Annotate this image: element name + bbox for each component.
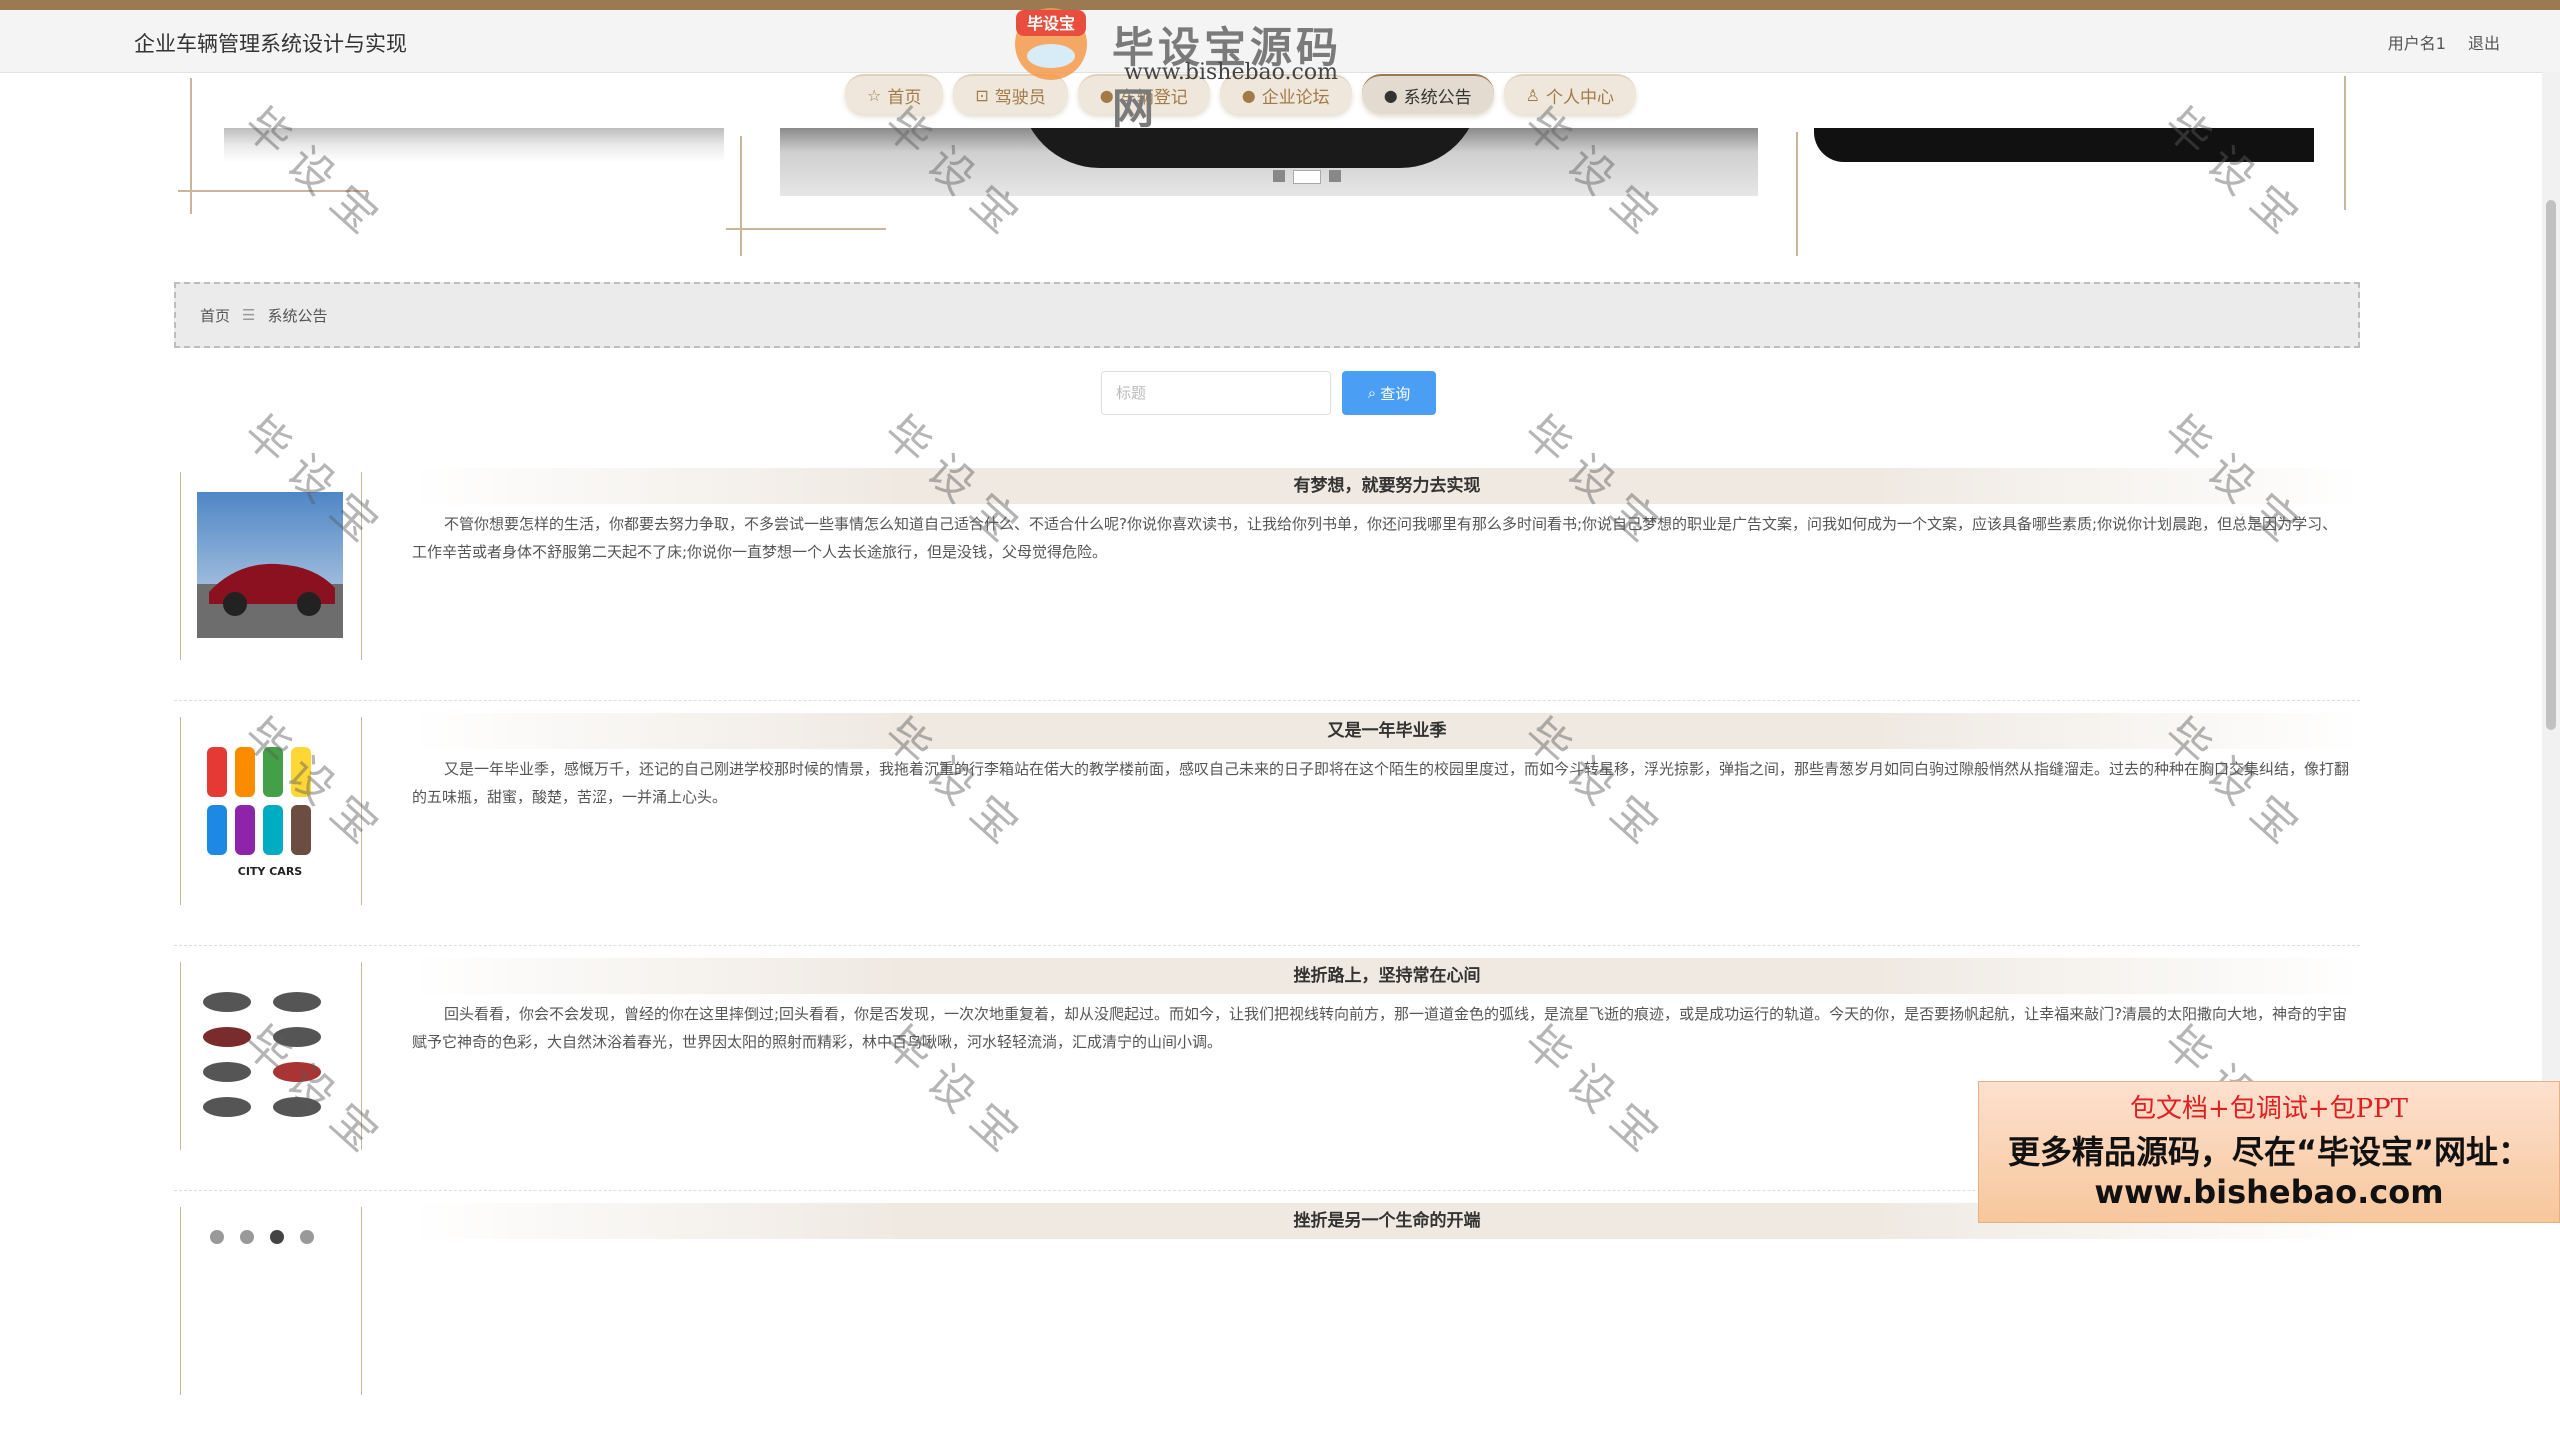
search-button-label: 查询 <box>1380 384 1411 403</box>
username-link[interactable]: 用户名1 <box>2388 30 2446 54</box>
breadcrumb: 首页 ☰ 系统公告 <box>174 282 2360 348</box>
nav-item-home[interactable]: ☆ 首页 <box>845 74 944 114</box>
carousel-dot-active[interactable] <box>1293 170 1321 184</box>
promo-line-1: 包文档+包调试+包PPT <box>2130 1094 2408 1124</box>
nav-item-profile[interactable]: ♙ 个人中心 <box>1503 74 1636 114</box>
carousel-dot[interactable] <box>1273 170 1285 182</box>
news-item[interactable]: 挫折是另一个生命的开端 <box>174 1191 2362 1435</box>
nav-label: 首页 <box>887 87 922 108</box>
breadcrumb-home[interactable]: 首页 <box>200 305 230 326</box>
banner-image-left <box>224 128 724 162</box>
banner-decoration <box>2344 76 2346 210</box>
thumbnail-frame: CITY CARS <box>180 717 362 905</box>
svg-text:毕设宝: 毕设宝 <box>1027 14 1075 33</box>
nav-label: 驾驶员 <box>994 87 1046 108</box>
news-thumbnail-city-cars: CITY CARS <box>197 737 343 883</box>
banner-decoration <box>726 228 886 230</box>
carousel-dots <box>1273 170 1341 184</box>
watermark: 毕设宝 <box>234 98 398 253</box>
watermark: 毕设宝 <box>2154 98 2318 253</box>
scrollbar-thumb[interactable] <box>2546 200 2556 730</box>
news-thumbnail-car-parts <box>197 1227 343 1373</box>
banner-decoration <box>1796 132 1798 256</box>
bag-icon: ⊡ <box>975 85 989 105</box>
nav-item-announcements[interactable]: ● 系统公告 <box>1361 74 1494 114</box>
nav-label: 系统公告 <box>1403 87 1472 108</box>
logo-badge-icon: 毕设宝 <box>1015 8 1087 80</box>
site-watermark-logo: 毕设宝 毕设宝源码网 www.bishebao.com <box>996 0 1376 133</box>
info-icon: ● <box>1383 85 1398 105</box>
search-icon: ⌕ <box>1367 384 1377 402</box>
news-thumbnail-red-sports-car <box>197 492 343 638</box>
promo-line-3: www.bishebao.com <box>2094 1173 2444 1211</box>
banner-decoration <box>740 136 742 256</box>
user-icon: ♙ <box>1525 85 1540 105</box>
logo-url: www.bishebao.com <box>1124 60 1338 85</box>
thumbnail-caption: CITY CARS <box>238 865 303 878</box>
banner-decoration <box>190 78 192 214</box>
news-item[interactable]: CITY CARS 又是一年毕业季 又是一年毕业季，感慨万千，还记的自己刚进学校… <box>174 701 2362 946</box>
thumbnail-frame <box>180 472 362 660</box>
page-scrollbar[interactable] <box>2542 72 2560 1223</box>
news-title[interactable]: 又是一年毕业季 <box>412 713 2362 749</box>
news-thumbnail-car-diagrams <box>197 982 343 1128</box>
star-icon: ☆ <box>867 85 882 105</box>
promo-line-2: 更多精品源码，尽在“毕设宝”网址： <box>2007 1133 2531 1171</box>
carousel-dot[interactable] <box>1329 170 1341 182</box>
news-title[interactable]: 有梦想，就要努力去实现 <box>412 468 2362 504</box>
breadcrumb-current: 系统公告 <box>267 306 328 325</box>
thumbnail-frame <box>180 1207 362 1395</box>
title-search-input[interactable] <box>1101 371 1331 415</box>
system-title: 企业车辆管理系统设计与实现 <box>134 32 407 56</box>
news-item[interactable]: 有梦想，就要努力去实现 不管你想要怎样的生活，你都要去努力争取，不多尝试一些事情… <box>174 456 2362 701</box>
banner-image-center <box>780 128 1758 196</box>
logout-link[interactable]: 退出 <box>2468 30 2500 54</box>
banner-image-right <box>1814 128 2314 162</box>
promo-banner[interactable]: 包文档+包调试+包PPT 更多精品源码，尽在“毕设宝”网址： www.bishe… <box>1978 1081 2560 1223</box>
nav-label: 个人中心 <box>1546 87 1614 108</box>
breadcrumb-separator-icon: ☰ <box>242 306 256 324</box>
user-area: 用户名1 退出 <box>2388 30 2500 54</box>
search-button[interactable]: ⌕ 查询 <box>1342 371 1436 415</box>
news-body: 又是一年毕业季，感慨万千，还记的自己刚进学校那时候的情景，我拖着沉重的行李箱站在… <box>412 760 2350 806</box>
news-body: 回头看看，你会不会发现，曾经的你在这里摔倒过;回头看看，你是否发现，一次次地重复… <box>412 1005 2348 1051</box>
news-body: 不管你想要怎样的生活，你都要去努力争取，不多尝试一些事情怎么知道自己适合什么、不… <box>412 515 2338 561</box>
banner-decoration <box>178 190 368 192</box>
thumbnail-frame <box>180 962 362 1150</box>
news-title[interactable]: 挫折路上，坚持常在心间 <box>412 958 2362 994</box>
